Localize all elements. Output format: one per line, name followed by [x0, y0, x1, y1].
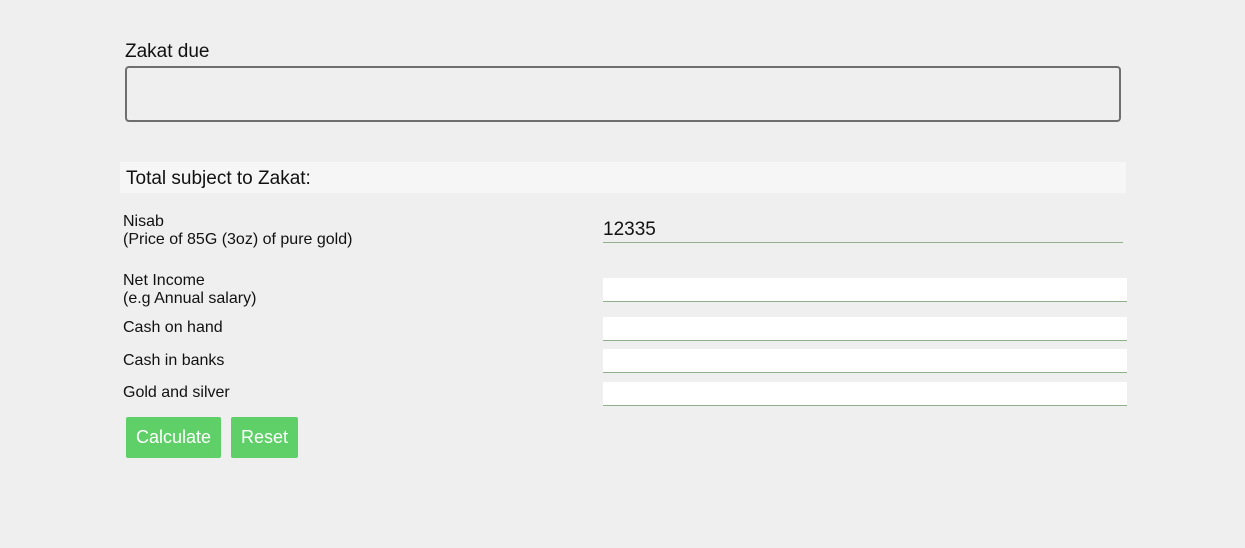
cash-on-hand-input[interactable]: [603, 317, 1127, 341]
nisab-label: Nisab: [123, 213, 164, 230]
net-income-label-group: Net Income (e.g Annual salary): [123, 272, 256, 308]
zakat-calculator-form: Zakat due Total subject to Zakat: Nisab …: [120, 0, 1130, 548]
calculate-button[interactable]: Calculate: [126, 417, 221, 458]
net-income-label: Net Income: [123, 272, 205, 289]
net-income-sublabel: (e.g Annual salary): [123, 290, 257, 307]
zakat-due-label: Zakat due: [125, 41, 210, 62]
total-subject-bar: Total subject to Zakat:: [120, 162, 1126, 193]
nisab-sublabel: (Price of 85G (3oz) of pure gold): [123, 231, 353, 248]
nisab-label-group: Nisab (Price of 85G (3oz) of pure gold): [123, 213, 352, 249]
cash-in-banks-label: Cash in banks: [123, 352, 225, 369]
cash-in-banks-input[interactable]: [603, 349, 1127, 373]
reset-button[interactable]: Reset: [231, 417, 298, 458]
nisab-value: 12335: [603, 218, 1123, 243]
zakat-due-output: [125, 66, 1121, 122]
total-subject-label: Total subject to Zakat:: [126, 168, 311, 189]
cash-on-hand-label: Cash on hand: [123, 319, 223, 336]
net-income-input[interactable]: [603, 278, 1127, 302]
gold-silver-label: Gold and silver: [123, 384, 230, 401]
gold-silver-input[interactable]: [603, 382, 1127, 406]
